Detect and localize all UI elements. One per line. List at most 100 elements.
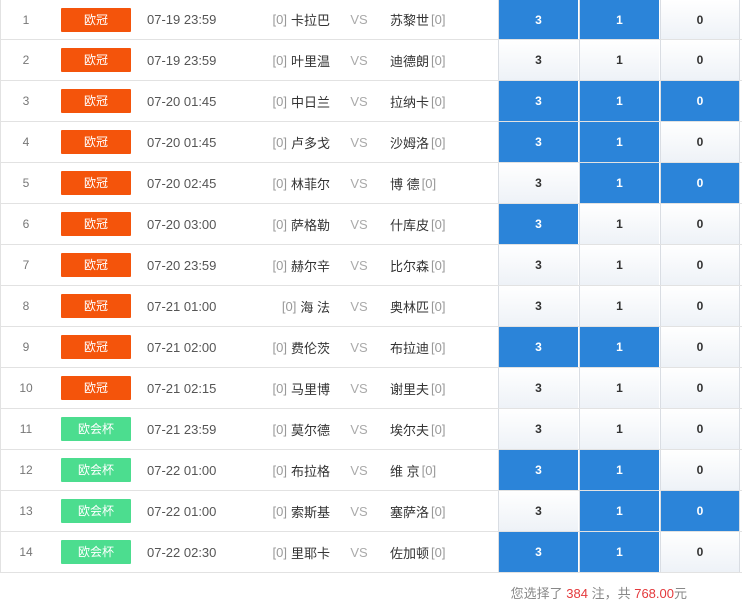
odds-o3-button[interactable]: 3 xyxy=(498,0,578,39)
away-team-name: 苏黎世 xyxy=(390,13,430,28)
vs-label: VS xyxy=(350,257,368,273)
odds-o0-button[interactable]: 0 xyxy=(660,204,740,244)
away-rank: [0] xyxy=(431,216,446,232)
odds-o1-button[interactable]: 1 xyxy=(579,81,659,121)
table-row: 12 欧会杯 07-22 01:00 [0] 布拉格 VS 维 京 [0] 3 1 0 xyxy=(0,450,742,491)
table-row: 8 欧冠 07-21 01:00 [0] 海 法 VS 奥林匹 [0] 3 1 0 xyxy=(0,286,742,327)
odds-o0-button[interactable]: 0 xyxy=(660,368,740,408)
odds-o0-button[interactable]: 0 xyxy=(660,286,740,326)
odds-o3-button[interactable]: 3 xyxy=(498,40,578,80)
vs-label: VS xyxy=(350,380,368,396)
vs-label: VS xyxy=(350,544,368,560)
home-team: [0] 费伦茨 xyxy=(250,327,330,367)
league-cell: 欧会杯 xyxy=(61,409,131,449)
match-time: 07-19 23:59 xyxy=(147,12,217,27)
league-cell: 欧冠 xyxy=(61,122,131,162)
odds-o0-button[interactable]: 0 xyxy=(660,40,740,80)
odds-o1-button[interactable]: 1 xyxy=(579,368,659,408)
league-badge: 欧会杯 xyxy=(61,417,131,441)
league-cell: 欧冠 xyxy=(61,40,131,80)
vs-label: VS xyxy=(350,175,368,191)
away-rank: [0] xyxy=(431,503,446,519)
league-cell: 欧冠 xyxy=(61,204,131,244)
odds-o1-button[interactable]: 1 xyxy=(579,163,659,203)
league-cell: 欧冠 xyxy=(61,81,131,121)
away-team-name: 奥林匹 xyxy=(390,299,430,315)
away-team: 苏黎世 [0] xyxy=(390,0,495,39)
match-time: 07-20 01:45 xyxy=(147,134,217,150)
odds-o0-button[interactable]: 0 xyxy=(660,122,740,162)
odds-o1-button[interactable]: 1 xyxy=(579,491,659,531)
match-number: 12 xyxy=(19,463,33,477)
league-badge: 欧冠 xyxy=(61,212,131,236)
home-rank: [0] xyxy=(272,12,287,27)
away-team: 什库皮 [0] xyxy=(390,204,495,244)
home-rank: [0] xyxy=(272,93,287,109)
home-team: [0] 索斯基 xyxy=(250,491,330,531)
odds-o0-button[interactable]: 0 xyxy=(660,450,740,490)
odds-o1-button[interactable]: 1 xyxy=(579,122,659,162)
league-cell: 欧冠 xyxy=(61,286,131,326)
vs-label: VS xyxy=(350,12,368,27)
odds-o1-button[interactable]: 1 xyxy=(579,0,659,39)
odds-o0-button[interactable]: 0 xyxy=(660,409,740,449)
home-rank: [0] xyxy=(272,380,287,396)
home-team-name: 萨格勒 xyxy=(290,217,330,233)
odds-o3-button[interactable]: 3 xyxy=(498,409,578,449)
odds-o3-button[interactable]: 3 xyxy=(498,122,578,162)
league-cell: 欧冠 xyxy=(61,327,131,367)
odds-o3-button[interactable]: 3 xyxy=(498,245,578,285)
odds-o0-button[interactable]: 0 xyxy=(660,532,740,572)
odds-o3-button[interactable]: 3 xyxy=(498,450,578,490)
away-team-name: 塞萨洛 xyxy=(390,504,430,520)
odds-o0-button[interactable]: 0 xyxy=(660,81,740,121)
home-team: [0] 卡拉巴 xyxy=(250,0,330,39)
away-rank: [0] xyxy=(431,134,446,150)
odds-o3-button[interactable]: 3 xyxy=(498,81,578,121)
home-rank: [0] xyxy=(272,503,287,519)
away-team-name: 佐加顿 xyxy=(390,545,430,561)
home-team-name: 赫尔辛 xyxy=(290,258,330,274)
away-team: 比尔森 [0] xyxy=(390,245,495,285)
away-rank: [0] xyxy=(421,462,437,478)
home-team: [0] 赫尔辛 xyxy=(250,245,330,285)
odds-o0-button[interactable]: 0 xyxy=(660,0,740,39)
home-rank: [0] xyxy=(272,462,287,478)
away-rank: [0] xyxy=(421,175,437,191)
home-rank: [0] xyxy=(281,298,297,314)
odds-o3-button[interactable]: 3 xyxy=(498,327,578,367)
odds-o1-button[interactable]: 1 xyxy=(579,204,659,244)
league-badge: 欧冠 xyxy=(61,171,131,195)
odds-o1-button[interactable]: 1 xyxy=(579,327,659,367)
odds-o3-button[interactable]: 3 xyxy=(498,491,578,531)
summary-prefix: 您选择了 xyxy=(510,586,567,601)
away-team: 塞萨洛 [0] xyxy=(390,491,495,531)
league-cell: 欧会杯 xyxy=(61,491,131,531)
away-team-name: 博 德 xyxy=(390,176,420,192)
odds-o3-button[interactable]: 3 xyxy=(498,368,578,408)
home-team-name: 中日兰 xyxy=(290,94,330,110)
odds-o1-button[interactable]: 1 xyxy=(579,450,659,490)
odds-o3-button[interactable]: 3 xyxy=(498,286,578,326)
odds-o3-button[interactable]: 3 xyxy=(498,532,578,572)
odds-o0-button[interactable]: 0 xyxy=(660,245,740,285)
home-team: [0] 布拉格 xyxy=(250,450,330,490)
odds-o0-button[interactable]: 0 xyxy=(660,163,740,203)
home-rank: [0] xyxy=(272,216,287,232)
odds-o1-button[interactable]: 1 xyxy=(579,245,659,285)
odds-o3-button[interactable]: 3 xyxy=(498,204,578,244)
odds-o0-button[interactable]: 0 xyxy=(660,327,740,367)
odds-o1-button[interactable]: 1 xyxy=(579,286,659,326)
odds-o0-button[interactable]: 0 xyxy=(660,491,740,531)
home-team-name: 卡拉巴 xyxy=(290,13,330,28)
league-badge: 欧会杯 xyxy=(61,499,131,523)
odds-o3-button[interactable]: 3 xyxy=(498,163,578,203)
odds-o1-button[interactable]: 1 xyxy=(579,40,659,80)
summary-middle: 注，共 xyxy=(587,586,635,601)
home-team-name: 里耶卡 xyxy=(290,545,330,561)
away-team-name: 谢里夫 xyxy=(390,381,430,397)
away-rank: [0] xyxy=(431,52,446,68)
match-time: 07-20 03:00 xyxy=(147,216,217,232)
odds-o1-button[interactable]: 1 xyxy=(579,532,659,572)
odds-o1-button[interactable]: 1 xyxy=(579,409,659,449)
